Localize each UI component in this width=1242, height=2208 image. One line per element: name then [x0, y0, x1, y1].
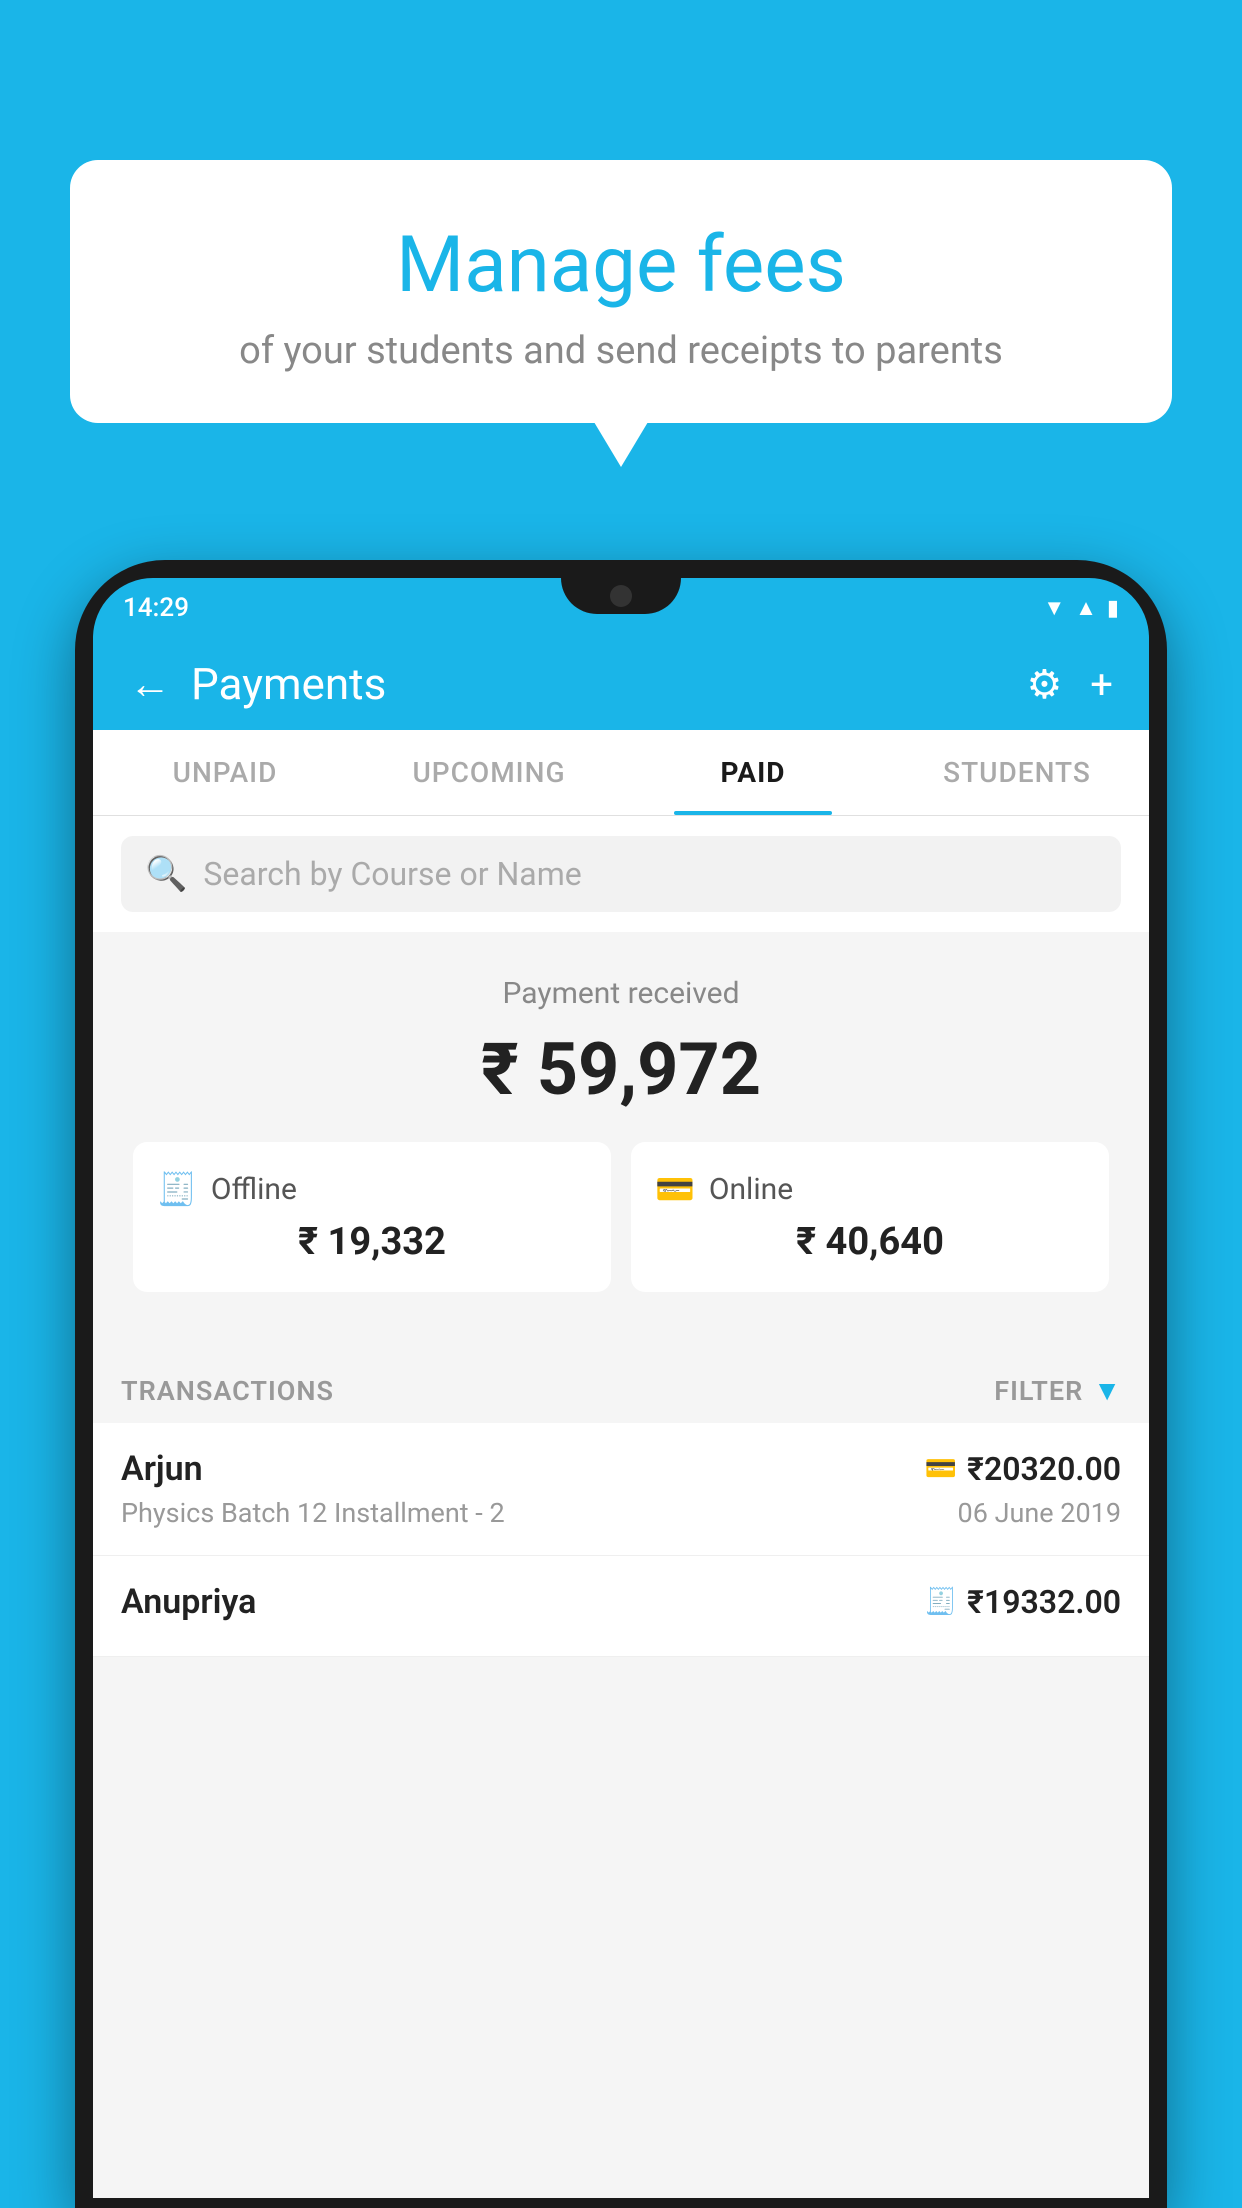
payment-summary: Payment received ₹ 59,972 🧾 Offline ₹ 19…	[93, 932, 1149, 1352]
tab-upcoming[interactable]: UPCOMING	[357, 730, 621, 815]
status-bar: 14:29 ▼ ▲ ▮	[93, 578, 1149, 638]
transaction-date: 06 June 2019	[958, 1497, 1121, 1529]
tab-bar: UNPAID UPCOMING PAID STUDENTS	[93, 730, 1149, 816]
bubble-subtitle: of your students and send receipts to pa…	[110, 329, 1132, 373]
search-bar: 🔍 Search by Course or Name	[93, 816, 1149, 932]
notch	[561, 578, 681, 614]
payment-total: ₹ 59,972	[113, 1027, 1129, 1112]
bubble-title: Manage fees	[110, 220, 1132, 311]
screen-content: 🔍 Search by Course or Name Payment recei…	[93, 816, 1149, 2198]
back-button[interactable]: ←	[129, 660, 171, 709]
status-icons: ▼ ▲ ▮	[1043, 595, 1119, 621]
online-amount: ₹ 40,640	[655, 1220, 1085, 1264]
transaction-amount: ₹19332.00	[967, 1583, 1121, 1621]
filter-icon: ▼	[1093, 1374, 1121, 1407]
settings-icon[interactable]: ⚙	[1026, 661, 1062, 708]
transaction-row[interactable]: Arjun 💳 ₹20320.00 Physics Batch 12 Insta…	[93, 1423, 1149, 1556]
app-header: ← Payments ⚙ +	[93, 638, 1149, 730]
transaction-amount: ₹20320.00	[967, 1450, 1121, 1488]
offline-label: Offline	[211, 1172, 297, 1207]
offline-icon: 🧾	[157, 1170, 197, 1208]
search-input-wrap[interactable]: 🔍 Search by Course or Name	[121, 836, 1121, 912]
online-label: Online	[709, 1172, 793, 1207]
add-icon[interactable]: +	[1090, 661, 1113, 708]
status-time: 14:29	[123, 593, 189, 623]
tab-unpaid[interactable]: UNPAID	[93, 730, 357, 815]
camera	[610, 585, 632, 607]
signal-icon: ▲	[1075, 595, 1097, 621]
transaction-row[interactable]: Anupriya 🧾 ₹19332.00	[93, 1556, 1149, 1657]
wifi-icon: ▼	[1043, 595, 1065, 621]
payment-cards: 🧾 Offline ₹ 19,332 💳 Online ₹ 40,640	[113, 1142, 1129, 1322]
transaction-name: Arjun	[121, 1449, 203, 1489]
speech-bubble: Manage fees of your students and send re…	[70, 160, 1172, 423]
offline-amount: ₹ 19,332	[157, 1220, 587, 1264]
search-icon: 🔍	[145, 854, 187, 894]
online-icon: 💳	[655, 1170, 695, 1208]
phone-frame: 14:29 ▼ ▲ ▮ ← Payments ⚙ + UNPAID UPCOMI…	[75, 560, 1167, 2208]
transaction-detail: Physics Batch 12 Installment - 2	[121, 1497, 505, 1529]
battery-icon: ▮	[1107, 596, 1119, 621]
offline-card: 🧾 Offline ₹ 19,332	[133, 1142, 611, 1292]
online-card: 💳 Online ₹ 40,640	[631, 1142, 1109, 1292]
transactions-header: TRANSACTIONS FILTER ▼	[93, 1352, 1149, 1423]
transactions-label: TRANSACTIONS	[121, 1375, 334, 1407]
transaction-type-icon: 💳	[925, 1454, 957, 1484]
tab-students[interactable]: STUDENTS	[885, 730, 1149, 815]
search-placeholder: Search by Course or Name	[203, 855, 581, 893]
page-title: Payments	[191, 658, 386, 710]
payment-received-label: Payment received	[113, 976, 1129, 1011]
filter-label: FILTER	[994, 1375, 1083, 1407]
transaction-type-icon: 🧾	[925, 1587, 957, 1617]
tab-paid[interactable]: PAID	[621, 730, 885, 815]
filter-wrap[interactable]: FILTER ▼	[994, 1374, 1121, 1407]
transaction-name: Anupriya	[121, 1582, 256, 1622]
